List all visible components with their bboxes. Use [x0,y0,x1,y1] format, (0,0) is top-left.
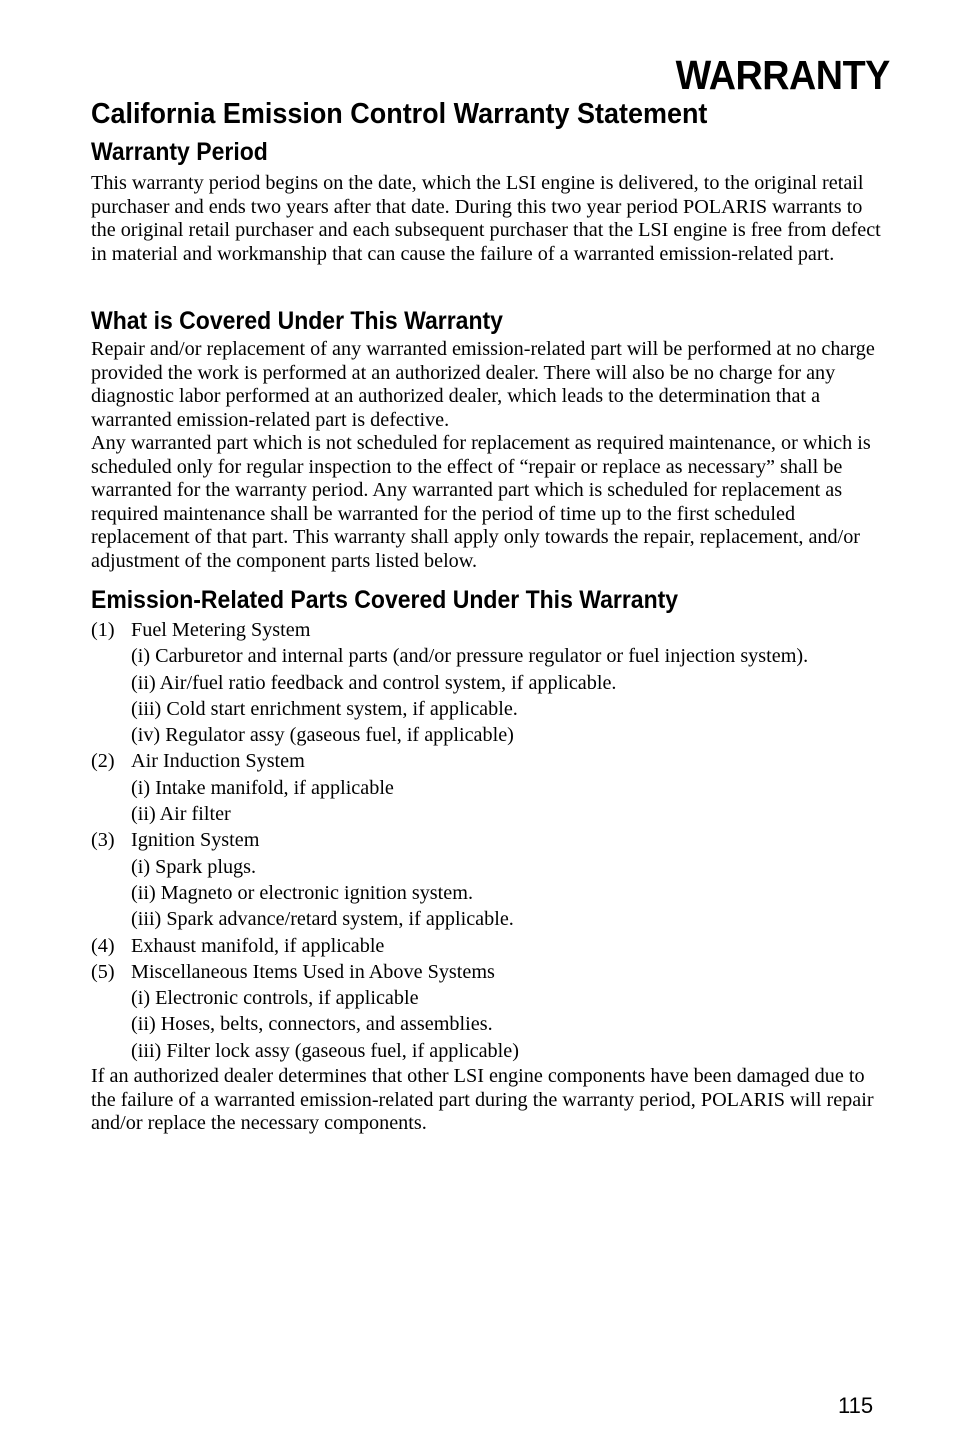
closing-paragraph: If an authorized dealer determines that … [91,1065,886,1136]
list-subitem: (i) Carburetor and internal parts (and/o… [131,645,809,668]
warranty-period-heading: Warranty Period [91,138,268,166]
list-item: (4) Exhaust manifold, if applicable [91,933,891,959]
page-number: 115 [838,1393,874,1418]
paragraph-text: Any warranted part which is not schedule… [91,432,871,572]
list-item-label: Ignition System [131,829,260,852]
list-subitem: (i) Intake manifold, if applicable [131,776,394,799]
paragraph-text: If an authorized dealer determines that … [91,1065,874,1135]
list-item-number: (5) [91,960,115,983]
list-item: (5) Miscellaneous Items Used in Above Sys… [91,959,891,985]
coverage-paragraph-1: Repair and/or replacement of any warrant… [91,338,886,432]
list-item-number: (1) [91,619,115,641]
list-item: (3) Ignition System [91,827,891,853]
list-subitem: (ii) Air/fuel ratio feedback and control… [131,671,617,694]
section-header: WARRANTY [675,52,891,98]
paragraph-text: Repair and/or replacement of any warrant… [91,338,875,431]
list-subitem: (ii) Air filter [131,803,231,826]
list-item-label: Exhaust manifold, if applicable [131,934,385,957]
list-subitem: (iii) Filter lock assy (gaseous fuel, if… [131,1039,519,1062]
paragraph-text: This warranty period begins on the date,… [91,172,881,265]
list-subitem: (iii) Spark advance/retard system, if ap… [131,908,514,931]
list-item-label: Air Induction System [131,750,305,773]
list-subitem: (iv) Regulator assy (gaseous fuel, if ap… [131,724,514,747]
list-subitem: (iii) Cold start enrichment system, if a… [131,697,518,720]
warranty-period-paragraph: This warranty period begins on the date,… [91,172,886,266]
list-subitem: (i) Spark plugs. [131,855,257,878]
list-item: (1) Fuel Metering System [91,617,891,643]
list-item-number: (3) [91,829,115,852]
list-item-number: (4) [91,934,115,957]
list-item-label: Fuel Metering System [131,619,311,641]
list-subitem: (ii) Magneto or electronic ignition syst… [131,881,473,904]
parts-list: (1) Fuel Metering System (i) Carburetor an… [91,617,891,1064]
statement-title: California Emission Control Warranty Sta… [91,98,708,130]
list-subitem: (i) Electronic controls, if applicable [131,987,419,1010]
coverage-paragraph-2: Any warranted part which is not schedule… [91,432,886,574]
list-subitem: (ii) Hoses, belts, connectors, and assem… [131,1013,493,1036]
parts-heading: Emission-Related Parts Covered Under Thi… [91,586,679,614]
coverage-heading: What is Covered Under This Warranty [91,307,503,335]
list-item-number: (2) [91,750,115,773]
list-item: (2) Air Induction System [91,748,891,774]
list-item-label: Miscellaneous Items Used in Above System… [131,960,495,983]
